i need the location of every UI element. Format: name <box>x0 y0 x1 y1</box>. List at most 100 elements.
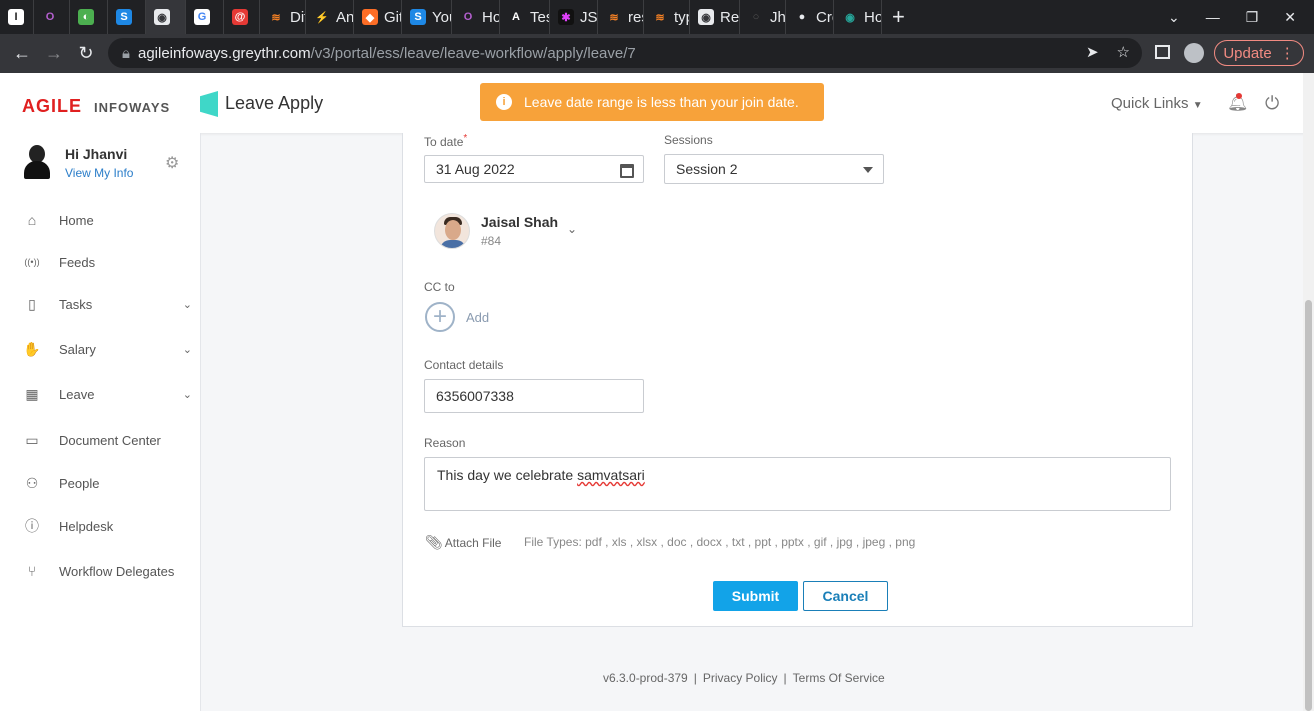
to-date-value: 31 Aug 2022 <box>436 161 515 177</box>
quick-links-dropdown[interactable]: Quick Links ▼ <box>1111 95 1203 112</box>
browser-tab[interactable]: @ <box>224 0 260 34</box>
file-types-hint: File Types: pdf , xls , xlsx , doc , doc… <box>524 535 916 549</box>
required-marker: * <box>463 133 468 144</box>
sidebar-item-people[interactable]: ⚇ People <box>22 471 192 495</box>
privacy-policy-link[interactable]: Privacy Policy <box>703 671 778 685</box>
tab-favicon-icon: ◉ <box>698 9 714 25</box>
url-path: /v3/portal/ess/leave/leave-workflow/appl… <box>310 44 636 62</box>
chevron-down-icon: ⌄ <box>182 343 192 356</box>
browser-tab[interactable]: G <box>186 0 224 34</box>
tab-favicon-icon: ● <box>794 9 810 25</box>
browser-tab[interactable]: ◆ Git <box>354 0 402 34</box>
sessions-value: Session 2 <box>676 161 738 177</box>
browser-tab[interactable]: ◉ Ho <box>834 0 882 34</box>
power-icon[interactable]: ⏻ <box>1265 93 1279 114</box>
company-logo[interactable]: AGILE INFOWAYS <box>22 96 170 117</box>
add-cc-button[interactable]: Add <box>466 310 489 325</box>
caret-down-icon: ▼ <box>1192 100 1203 111</box>
sidebar-item-feeds[interactable]: ((•)) Feeds <box>22 250 192 274</box>
sidebar-item-label: Home <box>59 212 94 228</box>
to-date-label: To date* <box>424 133 467 149</box>
browser-tab[interactable]: ≋ typ <box>644 0 690 34</box>
add-cc-icon[interactable]: + <box>425 302 455 332</box>
separator: | <box>693 671 697 685</box>
url-field[interactable]: 🔒︎ agileinfoways.greythr.com/v3/portal/e… <box>108 38 1142 68</box>
new-tab-icon[interactable]: + <box>882 4 915 30</box>
chevron-down-icon[interactable]: ⌄ <box>567 222 577 236</box>
minimize-icon[interactable]: — <box>1206 9 1220 26</box>
approver-id: #84 <box>481 234 502 248</box>
toast-message: Leave date range is less than your join … <box>524 94 799 110</box>
browser-tab[interactable]: O Ho <box>452 0 500 34</box>
reason-misspelled-word: samvatsari <box>577 467 645 483</box>
sidebar-item-helpdesk[interactable]: ⓘ Helpdesk <box>22 514 192 538</box>
info-icon: ⓘ <box>25 518 39 534</box>
sidebar-item-home[interactable]: ⌂ Home <box>22 208 192 232</box>
browser-tab[interactable]: S You <box>402 0 452 34</box>
restore-icon[interactable]: ❐ <box>1246 9 1259 26</box>
sidebar-item-salary[interactable]: ✋ Salary ⌄ <box>22 337 192 361</box>
logo-main: AGILE <box>22 96 83 116</box>
tab-label: Tes <box>530 8 549 26</box>
lock-icon: 🔒︎ <box>122 44 130 62</box>
tab-favicon-icon: ≋ <box>652 9 668 25</box>
tab-favicon-icon: ◆ <box>362 9 378 25</box>
tab-favicon-icon: G <box>194 9 210 25</box>
sidebar-item-leave[interactable]: ▦ Leave ⌄ <box>22 382 192 406</box>
tab-favicon-icon: O <box>460 9 476 25</box>
attach-file-label: Attach File <box>444 535 502 550</box>
tab-search-icon[interactable]: ⌄ <box>1168 9 1180 26</box>
chevron-down-icon: ⌄ <box>182 388 192 401</box>
tab-favicon-icon: ≋ <box>606 9 622 25</box>
paperclip-icon: 📎︎ <box>425 534 443 550</box>
browser-tab[interactable]: I <box>0 0 34 34</box>
cancel-button[interactable]: Cancel <box>803 581 888 611</box>
gear-icon[interactable]: ⚙ <box>165 153 179 173</box>
sessions-select[interactable]: Session 2 <box>664 154 884 184</box>
calendar-icon[interactable] <box>620 164 634 178</box>
browser-tab[interactable]: ≋ res <box>598 0 644 34</box>
profile-icon[interactable] <box>1184 43 1204 63</box>
sidebar-item-document-center[interactable]: ▭ Document Center <box>22 428 192 452</box>
browser-tab[interactable]: ○ Jha <box>740 0 786 34</box>
browser-tab[interactable]: ✱ JSC <box>550 0 598 34</box>
browser-tab[interactable]: ◐ <box>70 0 108 34</box>
scrollbar-thumb[interactable] <box>1305 300 1312 711</box>
sidebar-item-tasks[interactable]: ▯ Tasks ⌄ <box>22 292 192 316</box>
send-icon[interactable]: ➤ <box>1086 43 1099 61</box>
browser-tab[interactable]: ◉ Rea <box>690 0 740 34</box>
to-date-field[interactable]: 31 Aug 2022 <box>424 155 644 183</box>
star-icon[interactable]: ☆ <box>1117 43 1130 61</box>
back-icon[interactable]: ← <box>6 43 38 64</box>
side-panel-icon[interactable] <box>1155 45 1170 59</box>
view-my-info-link[interactable]: View My Info <box>65 166 133 180</box>
submit-button[interactable]: Submit <box>713 581 798 611</box>
tab-label: res <box>628 8 643 26</box>
update-label: Update <box>1223 44 1272 62</box>
update-button[interactable]: Update ⋮ <box>1214 40 1304 66</box>
sidebar-item-label: Feeds <box>59 254 96 270</box>
terms-of-service-link[interactable]: Terms Of Service <box>793 671 885 685</box>
tab-label: Rea <box>720 8 740 26</box>
avatar[interactable] <box>22 143 52 181</box>
book-icon: ▭ <box>25 431 39 448</box>
quick-links-label: Quick Links <box>1111 95 1189 112</box>
forward-icon[interactable]: → <box>38 43 70 64</box>
browser-tab[interactable]: ⚡ An <box>306 0 354 34</box>
browser-tab[interactable]: A Tes <box>500 0 550 34</box>
sidebar-item-label: Document Center <box>59 432 161 448</box>
browser-tab[interactable]: ≋ Dif <box>260 0 306 34</box>
browser-tab[interactable]: O <box>34 0 70 34</box>
reason-textarea[interactable]: This day we celebrate samvatsari <box>424 457 1171 511</box>
reload-icon[interactable]: ↻ <box>70 43 102 64</box>
attach-file-button[interactable]: 📎︎ Attach File <box>425 534 501 551</box>
page-title: Leave Apply <box>225 93 324 113</box>
browser-tab[interactable]: ● Cre <box>786 0 834 34</box>
sidebar-item-label: Tasks <box>59 296 93 312</box>
close-icon[interactable]: ✕ <box>1284 9 1296 26</box>
contact-field[interactable]: 6356007338 <box>424 379 644 413</box>
sidebar-item-workflow-delegates[interactable]: ⑂ Workflow Delegates <box>22 559 192 583</box>
browser-tab[interactable]: S <box>108 0 146 34</box>
tab-label: typ <box>674 8 689 26</box>
browser-tab[interactable]: ◉ <box>146 0 186 34</box>
